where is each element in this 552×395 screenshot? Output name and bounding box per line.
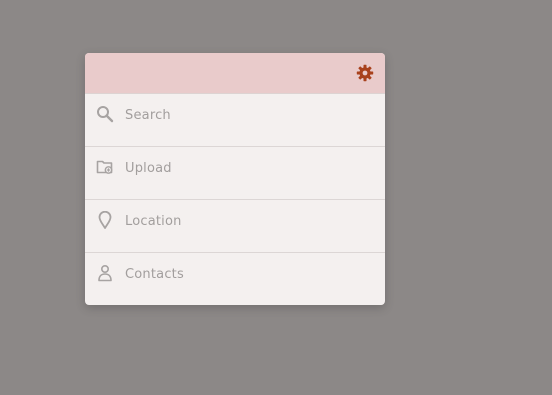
menu-item-location[interactable]: Location	[85, 200, 385, 253]
folder-upload-icon	[96, 158, 114, 176]
menu-item-label: Location	[125, 214, 182, 229]
settings-button[interactable]	[356, 64, 374, 82]
menu-header	[85, 53, 385, 94]
person-icon	[96, 264, 114, 282]
search-icon	[96, 105, 114, 123]
menu-panel: Search Upload Location Contacts	[85, 53, 385, 305]
location-pin-icon	[96, 211, 114, 229]
menu-item-label: Search	[125, 108, 171, 123]
menu-item-label: Contacts	[125, 267, 184, 282]
menu-item-label: Upload	[125, 161, 172, 176]
menu-item-search[interactable]: Search	[85, 94, 385, 147]
menu-item-contacts[interactable]: Contacts	[85, 253, 385, 305]
gear-icon	[356, 64, 374, 82]
menu-item-upload[interactable]: Upload	[85, 147, 385, 200]
